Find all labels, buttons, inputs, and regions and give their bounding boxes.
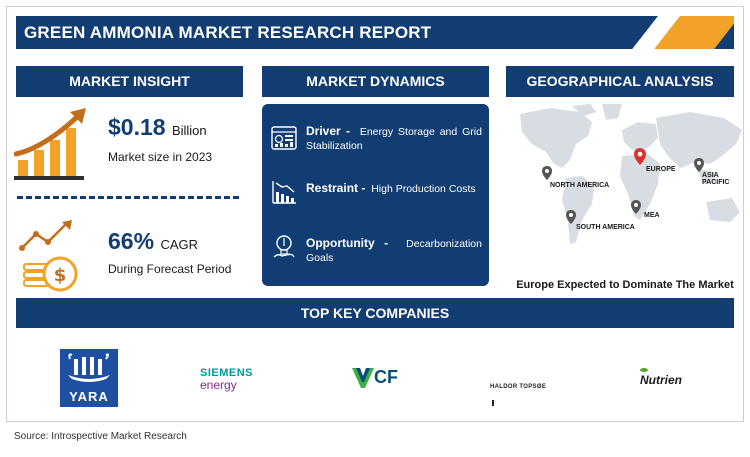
cf-logo-text: CF [374, 367, 398, 387]
opportunity-key: Opportunity - [306, 236, 389, 250]
market-size-label: Market size in 2023 [108, 150, 213, 164]
south-america-marker-icon [566, 210, 576, 224]
driver-item: Driver - Energy Storage and Grid Stabili… [306, 124, 482, 153]
cagr-amount: 66% [108, 228, 155, 254]
coin-growth-icon: $ [19, 220, 78, 292]
north-america-label: NORTH AMERICA [550, 182, 610, 189]
restraint-key: Restraint - [306, 181, 366, 195]
haldor-topsoe-mark-icon [492, 400, 494, 406]
south-america-label: SOUTH AMERICA [576, 224, 635, 231]
driver-key: Driver - [306, 124, 351, 138]
nutrien-logo-text: Nutrien [640, 373, 682, 387]
europe-marker-icon [634, 148, 646, 165]
cagr-unit: CAGR [160, 237, 198, 252]
north-america-marker-icon [542, 166, 552, 180]
cf-chevron-icon [352, 368, 374, 388]
dashed-divider [17, 196, 239, 199]
geography-caption: Europe Expected to Dominate The Market [516, 279, 734, 291]
restraint-text: High Production Costs [371, 183, 476, 195]
yara-logo: YARA [60, 349, 118, 407]
europe-label: EUROPE [646, 166, 676, 173]
yara-viking-ship-icon [68, 353, 110, 382]
nutrien-leaf-icon [640, 368, 648, 372]
haldor-topsoe-logo-text: HALDOR TOPSØE [490, 384, 547, 390]
asia-pacific-marker-icon [694, 158, 704, 172]
asia-pacific-label: ASIA PACIFIC [702, 172, 730, 186]
svg-text:$: $ [54, 265, 67, 286]
energy-logo-text: energy [200, 378, 237, 392]
source-note: Source: Introspective Market Research [14, 431, 187, 442]
market-size-unit: Billion [171, 123, 207, 138]
cf-industries-logo: CF [352, 366, 402, 388]
market-size-value: $0.18 Billion [108, 114, 207, 141]
market-dynamics-heading: MARKET DYNAMICS [262, 66, 489, 97]
growth-chart-icon [14, 108, 86, 180]
dashboard-icon [271, 126, 297, 150]
restraint-item: Restraint - High Production Costs [306, 181, 482, 196]
mea-marker-icon [631, 200, 641, 214]
yara-logo-text: YARA [69, 389, 109, 404]
declining-chart-icon [272, 181, 296, 204]
title-bar: GREEN AMMONIA MARKET RESEARCH REPORT [16, 16, 734, 49]
haldor-topsoe-logo: HALDOR TOPSØE [490, 375, 550, 411]
geographical-analysis-heading: GEOGRAPHICAL ANALYSIS [506, 66, 734, 97]
opportunity-item: Opportunity - Decarbonization Goals [306, 236, 482, 265]
market-insight-heading: MARKET INSIGHT [16, 66, 243, 97]
world-map-shapes [520, 104, 742, 244]
mea-label: MEA [644, 212, 660, 219]
world-map: NORTH AMERICA EUROPE ASIA PACIFIC MEA SO… [510, 104, 744, 272]
siemens-energy-logo: SIEMENS energy [200, 368, 264, 392]
idea-icon [273, 235, 295, 258]
market-size-amount: $0.18 [108, 114, 166, 140]
top-key-companies-heading: TOP KEY COMPANIES [16, 298, 734, 328]
cagr-value: 66% CAGR [108, 228, 198, 255]
cagr-label: During Forecast Period [108, 262, 232, 276]
report-title: GREEN AMMONIA MARKET RESEARCH REPORT [24, 23, 432, 42]
nutrien-logo: Nutrien [640, 368, 682, 389]
market-dynamics-panel: Driver - Energy Storage and Grid Stabili… [262, 104, 489, 286]
